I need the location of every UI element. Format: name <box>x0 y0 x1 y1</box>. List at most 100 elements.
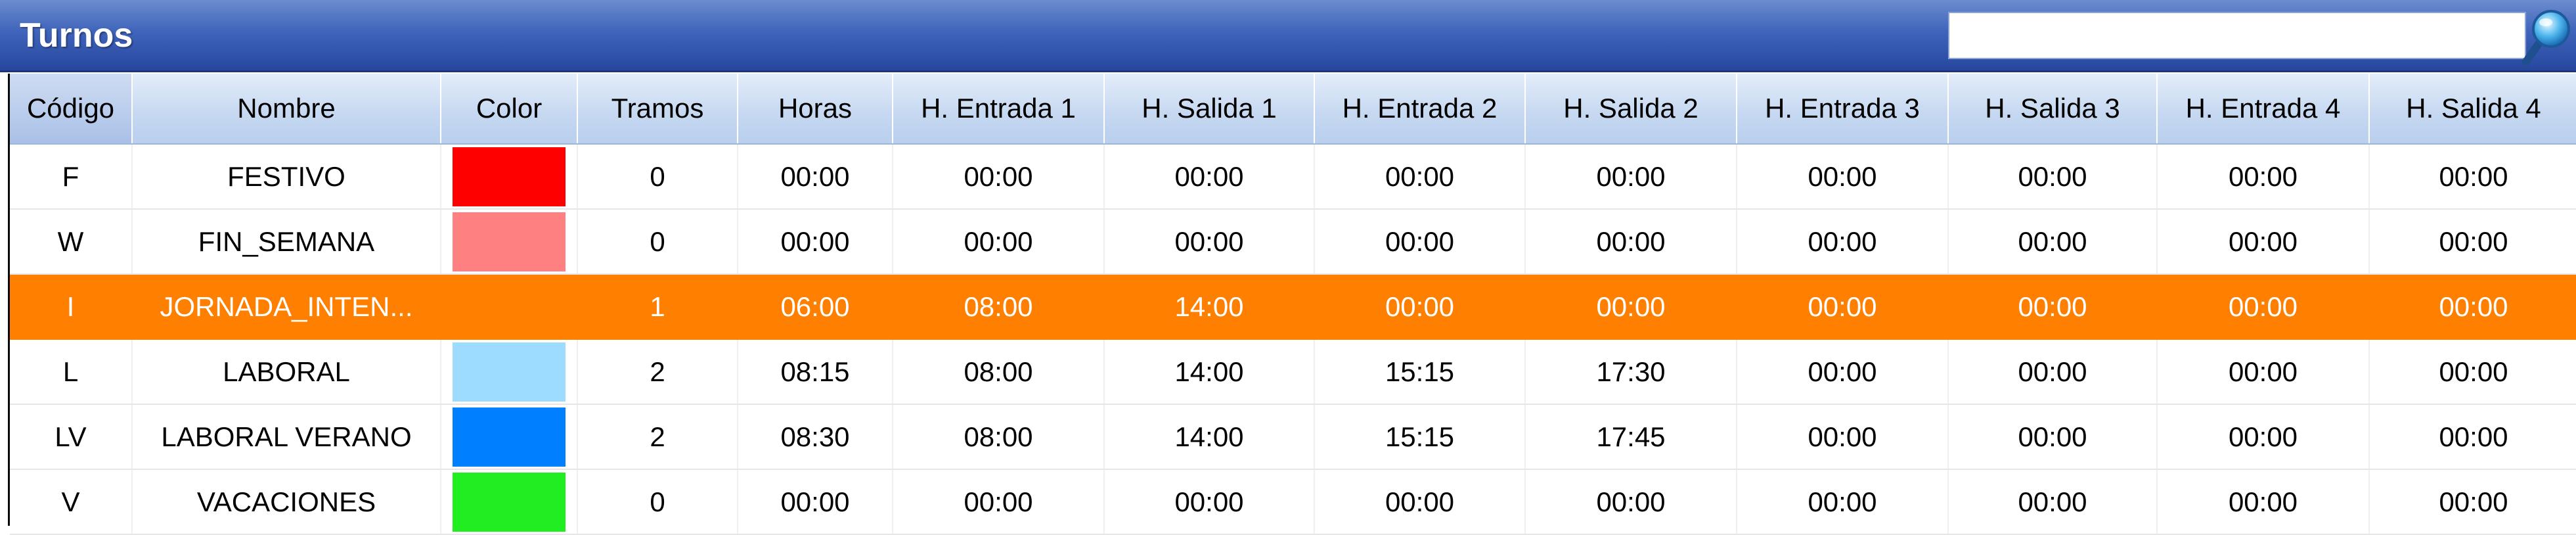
horas-cell[interactable]: 00:00 <box>738 144 893 210</box>
col-header-h-entrada-1[interactable]: H. Entrada 1 <box>893 74 1105 145</box>
h-entrada-3-cell[interactable]: 00:00 <box>1737 469 1949 535</box>
h-salida-1-cell[interactable]: 14:00 <box>1104 404 1315 470</box>
h-salida-4-cell[interactable]: 00:00 <box>2369 274 2576 340</box>
tramos-cell[interactable]: 0 <box>577 209 738 275</box>
tramos-cell[interactable]: 2 <box>577 404 738 470</box>
nombre-cell[interactable]: VACACIONES <box>132 469 441 535</box>
h-entrada-4-cell[interactable]: 00:00 <box>2157 274 2370 340</box>
color-cell[interactable] <box>441 144 578 210</box>
col-header-h-entrada-4[interactable]: H. Entrada 4 <box>2157 74 2370 145</box>
codigo-cell[interactable]: V <box>10 469 133 535</box>
col-header-horas[interactable]: Horas <box>738 74 893 145</box>
col-header-tramos[interactable]: Tramos <box>577 74 738 145</box>
h-entrada-1-cell[interactable]: 00:00 <box>893 144 1105 210</box>
col-header-h-salida-3[interactable]: H. Salida 3 <box>1948 74 2158 145</box>
search-input[interactable] <box>1948 12 2526 59</box>
table-row[interactable]: V VACACIONES 0 00:00 00:00 00:00 00:00 00:00 00:… <box>10 469 2576 535</box>
codigo-cell[interactable]: W <box>10 209 133 275</box>
col-header-h-salida-2[interactable]: H. Salida 2 <box>1525 74 1737 145</box>
h-salida-3-cell[interactable]: 00:00 <box>1948 469 2158 535</box>
h-salida-4-cell[interactable]: 00:00 <box>2369 339 2576 405</box>
col-header-codigo[interactable]: Código <box>10 74 133 145</box>
color-cell[interactable] <box>441 469 578 535</box>
h-salida-2-cell[interactable]: 00:00 <box>1525 274 1737 340</box>
codigo-cell[interactable]: L <box>10 339 133 405</box>
horas-cell[interactable]: 08:30 <box>738 404 893 470</box>
h-salida-2-cell[interactable]: 17:45 <box>1525 404 1737 470</box>
h-entrada-3-cell[interactable]: 00:00 <box>1737 209 1949 275</box>
h-entrada-2-cell[interactable]: 00:00 <box>1314 469 1526 535</box>
h-entrada-4-cell[interactable]: 00:00 <box>2157 469 2370 535</box>
col-header-color[interactable]: Color <box>441 74 578 145</box>
h-entrada-1-cell[interactable]: 08:00 <box>893 339 1105 405</box>
h-salida-4-cell[interactable]: 00:00 <box>2369 209 2576 275</box>
h-entrada-1-cell[interactable]: 00:00 <box>893 209 1105 275</box>
color-cell[interactable] <box>441 274 578 340</box>
h-salida-4-cell[interactable]: 00:00 <box>2369 144 2576 210</box>
tramos-cell[interactable]: 2 <box>577 339 738 405</box>
color-cell[interactable] <box>441 339 578 405</box>
h-entrada-4-cell[interactable]: 00:00 <box>2157 209 2370 275</box>
h-entrada-3-cell[interactable]: 00:00 <box>1737 144 1949 210</box>
h-entrada-2-cell[interactable]: 00:00 <box>1314 209 1526 275</box>
h-entrada-2-cell[interactable]: 15:15 <box>1314 404 1526 470</box>
codigo-cell[interactable]: I <box>10 274 133 340</box>
h-entrada-2-cell[interactable]: 15:15 <box>1314 339 1526 405</box>
h-entrada-2-cell[interactable]: 00:00 <box>1314 274 1526 340</box>
horas-cell[interactable]: 00:00 <box>738 209 893 275</box>
h-entrada-4-cell[interactable]: 00:00 <box>2157 404 2370 470</box>
table-row[interactable]: F FESTIVO 0 00:00 00:00 00:00 00:00 00:00 00:00 0… <box>10 144 2576 210</box>
search-icon[interactable] <box>2521 7 2576 67</box>
col-header-h-salida-1[interactable]: H. Salida 1 <box>1104 74 1315 145</box>
table-row[interactable]: L LABORAL 2 08:15 08:00 14:00 15:15 17:30 00:00 0… <box>10 339 2576 405</box>
h-salida-2-cell[interactable]: 17:30 <box>1525 339 1737 405</box>
color-cell[interactable] <box>441 404 578 470</box>
h-entrada-3-cell[interactable]: 00:00 <box>1737 274 1949 340</box>
h-salida-1-cell[interactable]: 00:00 <box>1104 209 1315 275</box>
col-header-nombre[interactable]: Nombre <box>132 74 441 145</box>
horas-cell[interactable]: 00:00 <box>738 469 893 535</box>
h-salida-1-cell[interactable]: 14:00 <box>1104 339 1315 405</box>
h-entrada-1-cell[interactable]: 00:00 <box>893 469 1105 535</box>
h-entrada-3-cell[interactable]: 00:00 <box>1737 404 1949 470</box>
table-row[interactable]: I JORNADA_INTEN... 1 06:00 08:00 14:00 00:00 00… <box>10 274 2576 340</box>
h-entrada-4-cell[interactable]: 00:00 <box>2157 339 2370 405</box>
header-row: Código Nombre Color Tramos Horas H. Entr… <box>10 74 2576 145</box>
table-row[interactable]: LV LABORAL VERANO 2 08:30 08:00 14:00 15:15 17:… <box>10 404 2576 470</box>
col-header-h-entrada-3[interactable]: H. Entrada 3 <box>1737 74 1949 145</box>
h-salida-4-cell[interactable]: 00:00 <box>2369 469 2576 535</box>
h-salida-2-cell[interactable]: 00:00 <box>1525 144 1737 210</box>
tramos-cell[interactable]: 1 <box>577 274 738 340</box>
tramos-cell[interactable]: 0 <box>577 469 738 535</box>
col-header-h-entrada-2[interactable]: H. Entrada 2 <box>1314 74 1526 145</box>
h-salida-3-cell[interactable]: 00:00 <box>1948 209 2158 275</box>
codigo-cell[interactable]: F <box>10 144 133 210</box>
nombre-cell[interactable]: JORNADA_INTEN... <box>132 274 441 340</box>
tramos-cell[interactable]: 0 <box>577 144 738 210</box>
h-salida-2-cell[interactable]: 00:00 <box>1525 469 1737 535</box>
h-salida-1-cell[interactable]: 14:00 <box>1104 274 1315 340</box>
h-salida-2-cell[interactable]: 00:00 <box>1525 209 1737 275</box>
nombre-cell[interactable]: FIN_SEMANA <box>132 209 441 275</box>
codigo-cell[interactable]: LV <box>10 404 133 470</box>
h-salida-3-cell[interactable]: 00:00 <box>1948 339 2158 405</box>
h-entrada-4-cell[interactable]: 00:00 <box>2157 144 2370 210</box>
color-cell[interactable] <box>441 209 578 275</box>
h-entrada-2-cell[interactable]: 00:00 <box>1314 144 1526 210</box>
h-entrada-1-cell[interactable]: 08:00 <box>893 404 1105 470</box>
h-salida-3-cell[interactable]: 00:00 <box>1948 274 2158 340</box>
horas-cell[interactable]: 06:00 <box>738 274 893 340</box>
h-salida-4-cell[interactable]: 00:00 <box>2369 404 2576 470</box>
nombre-cell[interactable]: FESTIVO <box>132 144 441 210</box>
h-salida-3-cell[interactable]: 00:00 <box>1948 144 2158 210</box>
nombre-cell[interactable]: LABORAL VERANO <box>132 404 441 470</box>
h-salida-3-cell[interactable]: 00:00 <box>1948 404 2158 470</box>
h-entrada-1-cell[interactable]: 08:00 <box>893 274 1105 340</box>
h-salida-1-cell[interactable]: 00:00 <box>1104 144 1315 210</box>
horas-cell[interactable]: 08:15 <box>738 339 893 405</box>
nombre-cell[interactable]: LABORAL <box>132 339 441 405</box>
h-salida-1-cell[interactable]: 00:00 <box>1104 469 1315 535</box>
col-header-h-salida-4[interactable]: H. Salida 4 <box>2369 74 2576 145</box>
h-entrada-3-cell[interactable]: 00:00 <box>1737 339 1949 405</box>
table-row[interactable]: W FIN_SEMANA 0 00:00 00:00 00:00 00:00 00:00 00:… <box>10 209 2576 275</box>
